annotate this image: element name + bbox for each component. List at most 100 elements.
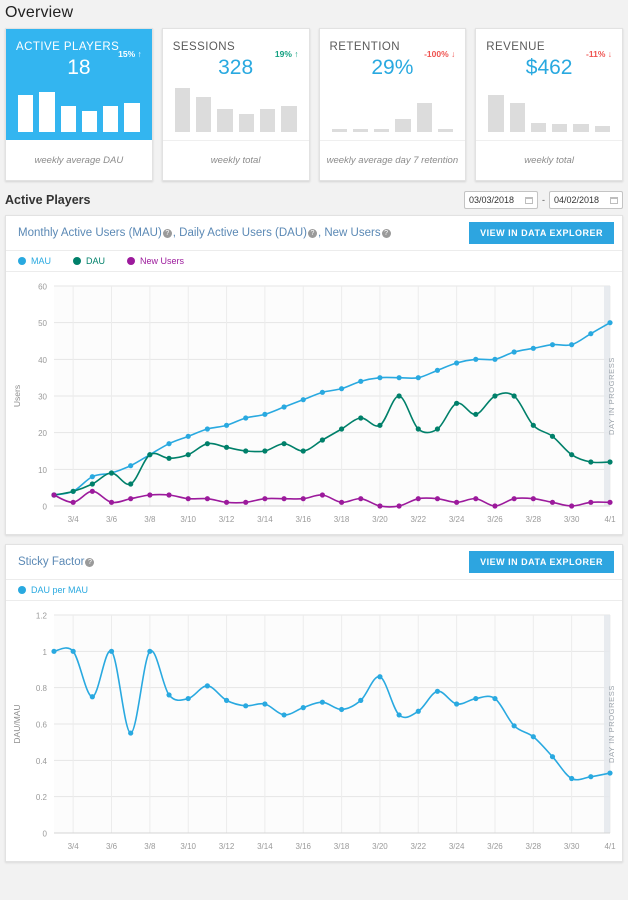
info-icon[interactable]: ?: [163, 229, 172, 238]
data-point[interactable]: [358, 698, 363, 703]
data-point[interactable]: [397, 393, 402, 398]
data-point[interactable]: [588, 331, 593, 336]
data-point[interactable]: [550, 434, 555, 439]
view-in-data-explorer-button[interactable]: VIEW IN DATA EXPLORER: [469, 551, 614, 573]
data-point[interactable]: [607, 320, 612, 325]
data-point[interactable]: [147, 452, 152, 457]
data-point[interactable]: [339, 707, 344, 712]
data-point[interactable]: [569, 776, 574, 781]
data-point[interactable]: [147, 649, 152, 654]
data-point[interactable]: [90, 474, 95, 479]
data-point[interactable]: [128, 730, 133, 735]
data-point[interactable]: [550, 342, 555, 347]
data-point[interactable]: [473, 357, 478, 362]
data-point[interactable]: [166, 456, 171, 461]
legend-item-new-users[interactable]: New Users: [127, 256, 184, 266]
data-point[interactable]: [454, 401, 459, 406]
data-point[interactable]: [416, 426, 421, 431]
data-point[interactable]: [281, 441, 286, 446]
kpi-card-sessions[interactable]: SESSIONS19% ↑328weekly total: [162, 28, 310, 181]
data-point[interactable]: [454, 701, 459, 706]
data-point[interactable]: [51, 649, 56, 654]
data-point[interactable]: [416, 375, 421, 380]
data-point[interactable]: [262, 496, 267, 501]
legend-item-mau[interactable]: MAU: [18, 256, 51, 266]
data-point[interactable]: [243, 415, 248, 420]
data-point[interactable]: [262, 448, 267, 453]
data-point[interactable]: [320, 700, 325, 705]
data-point[interactable]: [435, 426, 440, 431]
data-point[interactable]: [71, 649, 76, 654]
data-point[interactable]: [320, 492, 325, 497]
data-point[interactable]: [90, 481, 95, 486]
data-point[interactable]: [71, 489, 76, 494]
data-point[interactable]: [301, 496, 306, 501]
data-point[interactable]: [205, 426, 210, 431]
data-point[interactable]: [454, 500, 459, 505]
data-point[interactable]: [224, 445, 229, 450]
data-point[interactable]: [454, 360, 459, 365]
data-point[interactable]: [166, 441, 171, 446]
data-point[interactable]: [281, 712, 286, 717]
data-point[interactable]: [531, 734, 536, 739]
data-point[interactable]: [339, 426, 344, 431]
data-point[interactable]: [492, 696, 497, 701]
data-point[interactable]: [607, 459, 612, 464]
data-point[interactable]: [377, 375, 382, 380]
date-range-picker[interactable]: 03/03/2018 - 04/02/2018: [464, 191, 623, 209]
data-point[interactable]: [147, 492, 152, 497]
data-point[interactable]: [377, 674, 382, 679]
data-point[interactable]: [90, 694, 95, 699]
data-point[interactable]: [397, 712, 402, 717]
data-point[interactable]: [320, 390, 325, 395]
data-point[interactable]: [205, 441, 210, 446]
data-point[interactable]: [243, 500, 248, 505]
data-point[interactable]: [224, 698, 229, 703]
data-point[interactable]: [262, 412, 267, 417]
data-point[interactable]: [339, 500, 344, 505]
data-point[interactable]: [301, 448, 306, 453]
data-point[interactable]: [397, 375, 402, 380]
data-point[interactable]: [435, 368, 440, 373]
data-point[interactable]: [166, 692, 171, 697]
data-point[interactable]: [473, 496, 478, 501]
data-point[interactable]: [128, 496, 133, 501]
data-point[interactable]: [243, 703, 248, 708]
info-icon[interactable]: ?: [382, 229, 391, 238]
data-point[interactable]: [281, 496, 286, 501]
data-point[interactable]: [377, 503, 382, 508]
active-players-title[interactable]: Monthly Active Users (MAU)?, Daily Activ…: [18, 227, 392, 239]
data-point[interactable]: [224, 423, 229, 428]
data-point[interactable]: [128, 463, 133, 468]
data-point[interactable]: [109, 470, 114, 475]
data-point[interactable]: [109, 649, 114, 654]
view-in-data-explorer-button[interactable]: VIEW IN DATA EXPLORER: [469, 222, 614, 244]
legend-item-dau[interactable]: DAU: [73, 256, 105, 266]
data-point[interactable]: [512, 496, 517, 501]
data-point[interactable]: [607, 770, 612, 775]
data-point[interactable]: [588, 774, 593, 779]
data-point[interactable]: [512, 723, 517, 728]
data-point[interactable]: [492, 357, 497, 362]
data-point[interactable]: [90, 489, 95, 494]
info-icon[interactable]: ?: [85, 558, 94, 567]
data-point[interactable]: [435, 689, 440, 694]
sticky-factor-title[interactable]: Sticky Factor?: [18, 556, 95, 568]
data-point[interactable]: [186, 696, 191, 701]
kpi-card-retention[interactable]: RETENTION-100% ↓29%weekly average day 7 …: [319, 28, 467, 181]
info-icon[interactable]: ?: [308, 229, 317, 238]
data-point[interactable]: [262, 701, 267, 706]
data-point[interactable]: [205, 496, 210, 501]
data-point[interactable]: [301, 397, 306, 402]
data-point[interactable]: [473, 412, 478, 417]
data-point[interactable]: [186, 496, 191, 501]
data-point[interactable]: [339, 386, 344, 391]
data-point[interactable]: [569, 342, 574, 347]
data-point[interactable]: [531, 496, 536, 501]
data-point[interactable]: [531, 346, 536, 351]
data-point[interactable]: [416, 709, 421, 714]
data-point[interactable]: [51, 492, 56, 497]
data-point[interactable]: [71, 500, 76, 505]
date-start-input[interactable]: 03/03/2018: [464, 191, 538, 209]
data-point[interactable]: [550, 500, 555, 505]
